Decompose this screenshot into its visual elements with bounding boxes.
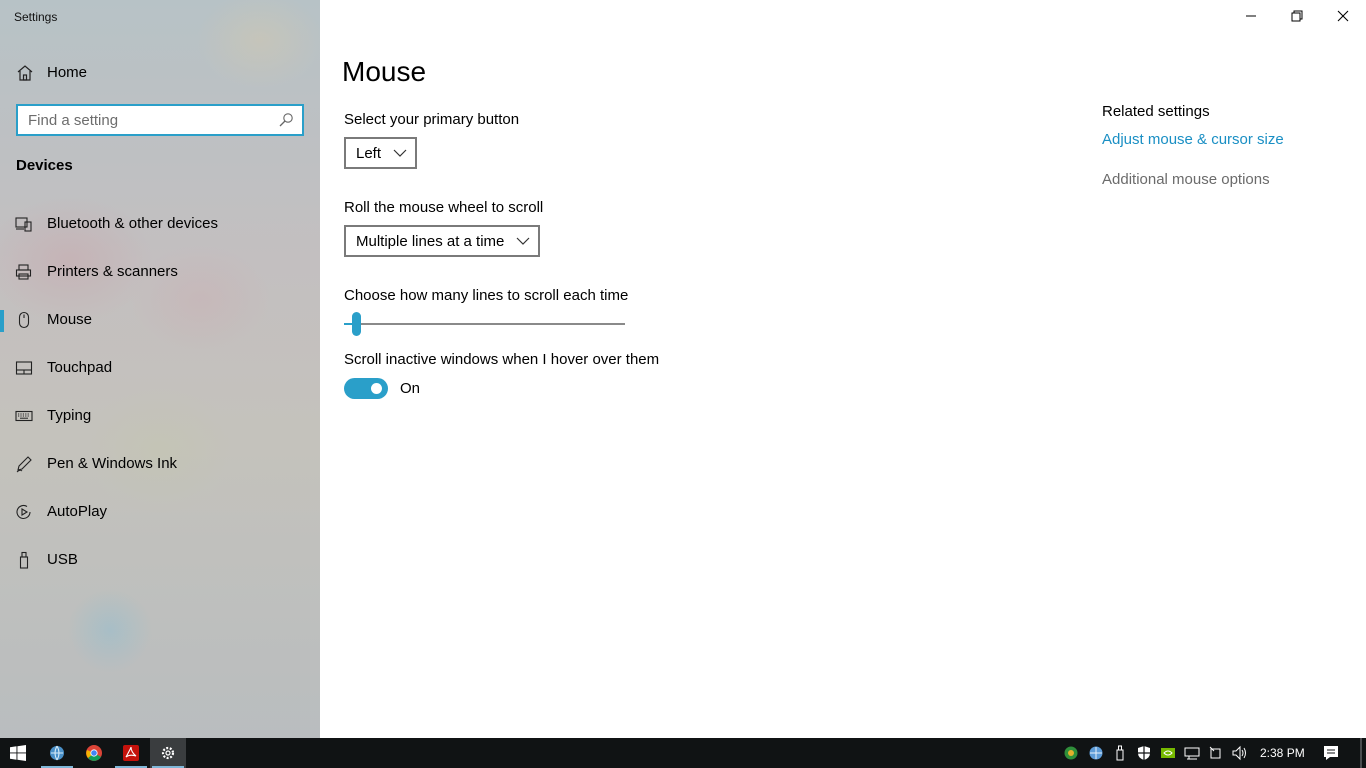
sidebar-item-label: Pen & Windows Ink bbox=[47, 455, 178, 472]
sidebar-item-label: Typing bbox=[47, 407, 92, 424]
sidebar-item-bluetooth[interactable]: Bluetooth & other devices bbox=[0, 204, 320, 244]
usb-icon bbox=[19, 551, 29, 569]
minimize-button[interactable] bbox=[1228, 0, 1274, 32]
lines-to-scroll-label: Choose how many lines to scroll each tim… bbox=[344, 287, 629, 304]
touchpad-icon bbox=[15, 361, 33, 375]
home-icon bbox=[17, 65, 33, 81]
sidebar-item-autoplay[interactable]: AutoPlay bbox=[0, 492, 320, 532]
toggle-state-label: On bbox=[400, 380, 421, 397]
wheel-scroll-dropdown[interactable]: Multiple lines at a time bbox=[344, 225, 541, 257]
related-settings-title: Related settings bbox=[1102, 103, 1210, 120]
search-box[interactable] bbox=[16, 104, 304, 136]
wheel-scroll-label: Roll the mouse wheel to scroll bbox=[344, 199, 544, 216]
slider-thumb[interactable] bbox=[352, 312, 361, 336]
restore-button[interactable] bbox=[1274, 0, 1320, 32]
sidebar-home[interactable]: Home bbox=[0, 58, 320, 88]
power-plug-icon[interactable] bbox=[1184, 745, 1200, 761]
minimize-icon bbox=[1246, 15, 1256, 17]
selection-indicator bbox=[0, 310, 4, 332]
search-icon[interactable] bbox=[278, 112, 294, 128]
usb-tray-icon[interactable] bbox=[1112, 745, 1128, 761]
sidebar-item-printers[interactable]: Printers & scanners bbox=[0, 252, 320, 292]
start-button[interactable] bbox=[0, 738, 36, 768]
nvidia-icon[interactable] bbox=[1160, 745, 1176, 761]
autoplay-icon bbox=[16, 504, 31, 520]
page-title: Mouse bbox=[342, 56, 427, 87]
sidebar-item-label: Bluetooth & other devices bbox=[47, 215, 218, 232]
taskbar-acrobat[interactable] bbox=[113, 738, 149, 768]
primary-button-value: Left bbox=[356, 144, 382, 162]
printer-icon bbox=[15, 264, 32, 280]
scroll-inactive-label: Scroll inactive windows when I hover ove… bbox=[344, 351, 660, 368]
network-app-icon[interactable] bbox=[1063, 745, 1079, 761]
battery-icon[interactable] bbox=[1208, 745, 1224, 761]
gear-icon bbox=[161, 746, 175, 760]
pen-icon bbox=[16, 456, 32, 473]
primary-button-label: Select your primary button bbox=[344, 111, 520, 128]
sidebar-home-label: Home bbox=[47, 64, 88, 81]
sidebar: Settings Home Devices Bluetooth & other … bbox=[0, 0, 320, 738]
restore-icon bbox=[1291, 10, 1303, 22]
chevron-down-icon bbox=[393, 149, 407, 157]
globe-tray-icon[interactable] bbox=[1088, 745, 1104, 761]
windows-logo-icon bbox=[10, 745, 26, 761]
sidebar-item-label: USB bbox=[47, 551, 78, 568]
action-center-icon[interactable] bbox=[1322, 744, 1340, 762]
additional-mouse-options-link[interactable]: Additional mouse options bbox=[1102, 171, 1270, 188]
window-title: Settings bbox=[14, 10, 58, 24]
sidebar-item-mouse[interactable]: Mouse bbox=[0, 300, 320, 340]
sidebar-item-typing[interactable]: Typing bbox=[0, 396, 320, 436]
close-icon bbox=[1337, 10, 1349, 22]
sidebar-item-touchpad[interactable]: Touchpad bbox=[0, 348, 320, 388]
sidebar-item-label: Printers & scanners bbox=[47, 263, 178, 280]
taskbar-app-1[interactable] bbox=[39, 738, 75, 768]
scroll-inactive-toggle[interactable] bbox=[344, 378, 388, 399]
app-globe-icon bbox=[50, 745, 64, 761]
taskbar-settings[interactable] bbox=[150, 738, 186, 768]
close-button[interactable] bbox=[1320, 0, 1366, 32]
main-panel: Mouse Select your primary button Left Ro… bbox=[320, 0, 1366, 738]
volume-icon[interactable] bbox=[1232, 745, 1248, 761]
wheel-scroll-value: Multiple lines at a time bbox=[356, 232, 505, 250]
primary-button-dropdown[interactable]: Left bbox=[344, 137, 418, 169]
adjust-mouse-cursor-size-link[interactable]: Adjust mouse & cursor size bbox=[1102, 131, 1284, 148]
lines-to-scroll-slider[interactable] bbox=[344, 310, 625, 338]
sidebar-item-pen[interactable]: Pen & Windows Ink bbox=[0, 444, 320, 484]
mouse-icon bbox=[18, 311, 30, 329]
toggle-knob bbox=[371, 383, 382, 394]
sidebar-item-label: AutoPlay bbox=[47, 503, 108, 520]
slider-fill bbox=[344, 323, 352, 325]
keyboard-icon bbox=[15, 410, 33, 422]
taskbar-clock[interactable]: 2:38 PM bbox=[1260, 746, 1305, 760]
defender-icon[interactable] bbox=[1136, 745, 1152, 761]
sidebar-item-label: Mouse bbox=[47, 311, 93, 328]
section-title: Devices bbox=[16, 157, 73, 174]
chevron-down-icon bbox=[516, 237, 530, 245]
sidebar-item-label: Touchpad bbox=[47, 359, 113, 376]
taskbar: 2:38 PM bbox=[0, 738, 1366, 768]
show-desktop-button[interactable] bbox=[1360, 738, 1362, 768]
taskbar-chrome[interactable] bbox=[76, 738, 112, 768]
chrome-icon bbox=[86, 745, 102, 761]
acrobat-icon bbox=[123, 745, 139, 761]
sidebar-item-usb[interactable]: USB bbox=[0, 540, 320, 580]
search-input[interactable] bbox=[18, 107, 268, 133]
slider-track bbox=[344, 323, 625, 325]
bluetooth-devices-icon bbox=[15, 217, 32, 232]
